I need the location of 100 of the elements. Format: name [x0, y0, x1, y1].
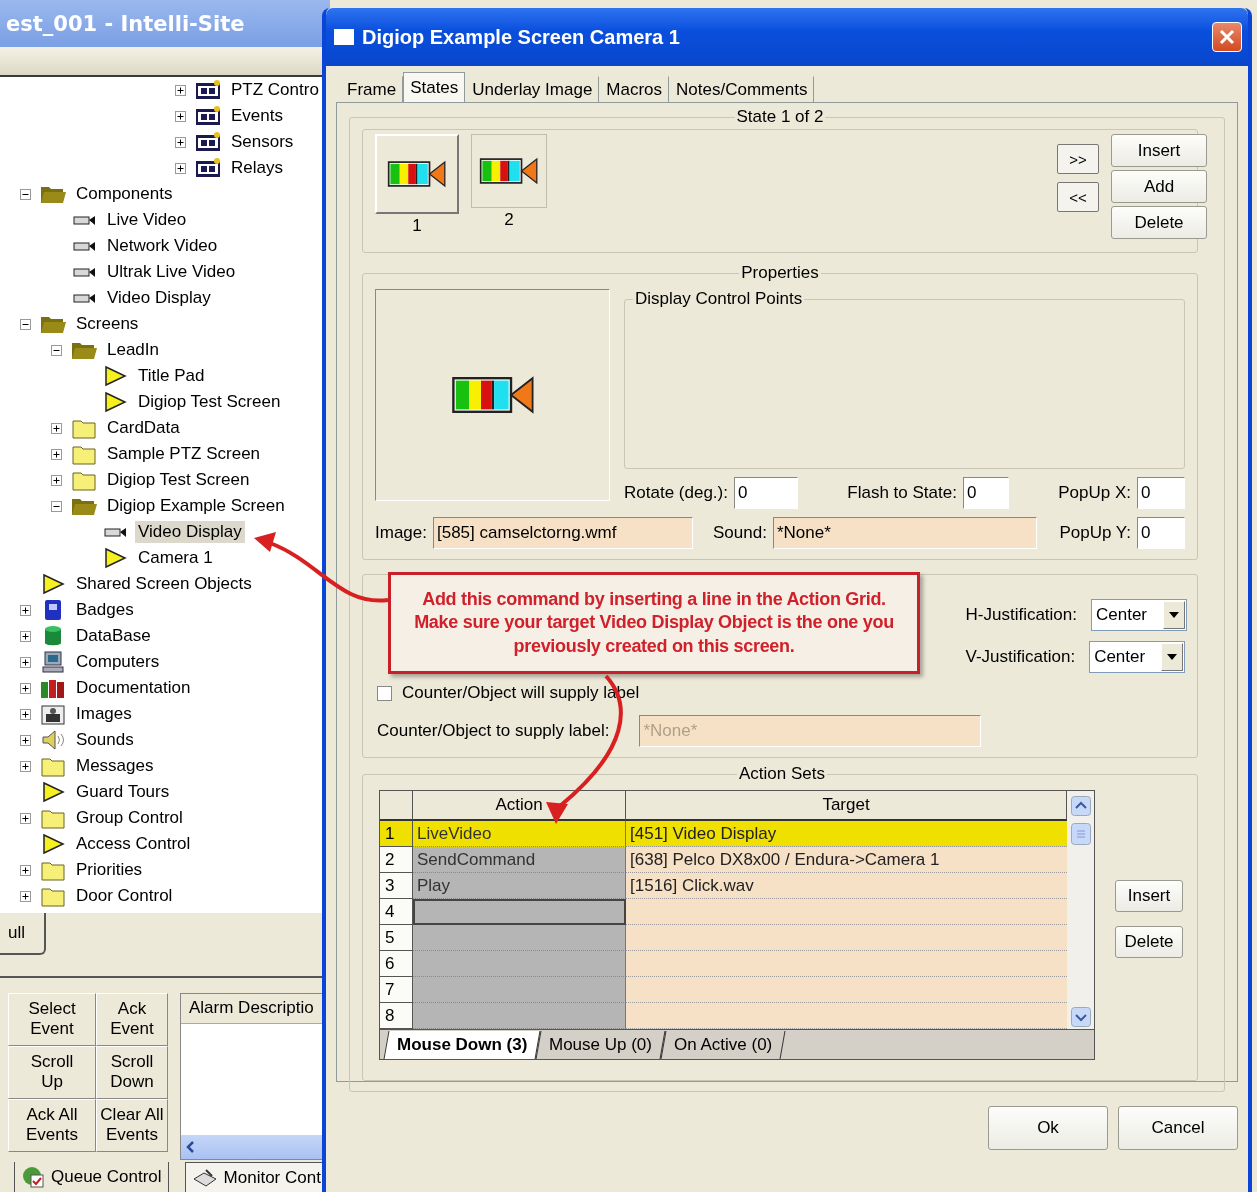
tree-item[interactable]: Components	[73, 183, 176, 206]
collapse-icon[interactable]	[20, 188, 31, 200]
tree-item[interactable]: Digiop Example Screen	[104, 495, 288, 518]
nav-button[interactable]: >>	[1057, 144, 1099, 174]
dropdown[interactable]: Center	[1091, 599, 1187, 631]
tree-item[interactable]: CardData	[104, 417, 183, 440]
tree-item[interactable]: Documentation	[73, 677, 194, 700]
close-button[interactable]	[1212, 22, 1242, 52]
target-cell[interactable]: [638] Pelco DX8x00 / Endura->Camera 1	[626, 847, 1067, 873]
action-cell[interactable]	[413, 951, 626, 977]
tree-item[interactable]: Sensors	[228, 131, 297, 154]
tree-item[interactable]: Access Control	[73, 833, 194, 856]
expand-icon[interactable]	[175, 110, 186, 122]
tree-item[interactable]: Camera 1	[135, 547, 216, 570]
tree-item[interactable]: Title Pad	[135, 365, 208, 388]
tree-item[interactable]: PTZ Contro	[228, 79, 322, 102]
tree-item[interactable]: Images	[73, 703, 135, 726]
event-button[interactable]: Scroll Down	[96, 1045, 168, 1099]
popup-x-field[interactable]: 0	[1137, 477, 1185, 509]
tree-item[interactable]: Sample PTZ Screen	[104, 443, 264, 466]
target-cell[interactable]	[626, 925, 1067, 951]
tree-item[interactable]: Computers	[73, 651, 163, 674]
collapse-icon[interactable]	[20, 318, 31, 330]
grid-button[interactable]: Insert	[1115, 880, 1183, 912]
column-header[interactable]: Target	[626, 791, 1067, 821]
expand-icon[interactable]	[51, 474, 62, 486]
tree-item[interactable]: Messages	[73, 755, 157, 778]
expand-icon[interactable]	[20, 630, 31, 642]
tree-item[interactable]: Door Control	[73, 885, 176, 908]
tree-item[interactable]: Events	[228, 105, 286, 128]
tree-item[interactable]: Sounds	[73, 729, 137, 752]
dropdown[interactable]: Center	[1089, 641, 1186, 673]
expand-icon[interactable]	[175, 136, 186, 148]
image-field[interactable]: [585] camselctorng.wmf	[433, 517, 693, 549]
tab[interactable]: Mouse Up (0)	[535, 1030, 666, 1059]
checkbox[interactable]	[377, 685, 392, 701]
scroll-up-icon[interactable]	[1070, 796, 1091, 816]
column-header[interactable]: Action	[413, 791, 626, 821]
action-cell[interactable]	[413, 925, 626, 951]
expand-icon[interactable]	[175, 162, 186, 174]
target-cell[interactable]	[626, 977, 1067, 1003]
tree-item[interactable]: Guard Tours	[73, 781, 173, 804]
tree-item[interactable]: Relays	[228, 157, 286, 180]
expand-icon[interactable]	[20, 656, 31, 668]
action-cell[interactable]	[413, 1003, 626, 1029]
state-button[interactable]: Add	[1111, 170, 1207, 203]
tree-item[interactable]: Video Display	[135, 521, 245, 544]
expand-icon[interactable]	[175, 84, 186, 96]
action-cell[interactable]	[413, 977, 626, 1003]
tree-item[interactable]: Digiop Test Screen	[104, 469, 253, 492]
tree-item[interactable]: Badges	[73, 599, 137, 622]
grid-button[interactable]: Delete	[1115, 926, 1183, 958]
event-button[interactable]: Ack Event	[96, 992, 168, 1046]
expand-icon[interactable]	[20, 682, 31, 694]
tab[interactable]: Queue Control	[14, 1162, 169, 1192]
target-cell[interactable]	[626, 1003, 1067, 1029]
state-button[interactable]: Delete	[1111, 206, 1207, 239]
dialog-button[interactable]: Ok	[988, 1106, 1108, 1150]
expand-icon[interactable]	[20, 734, 31, 746]
action-cell[interactable]: LiveVideo	[413, 821, 626, 847]
tree-item[interactable]: Screens	[73, 313, 142, 336]
tab[interactable]: ull	[0, 913, 46, 956]
collapse-icon[interactable]	[51, 344, 62, 356]
action-cell[interactable]: Play	[413, 873, 626, 899]
tree-item[interactable]: Digiop Test Screen	[135, 391, 284, 414]
collapse-icon[interactable]	[51, 500, 62, 512]
expand-icon[interactable]	[20, 890, 31, 902]
tree-item[interactable]: Video Display	[104, 287, 214, 310]
sound-field[interactable]: *None*	[772, 517, 1037, 549]
expand-icon[interactable]	[20, 760, 31, 772]
action-cell[interactable]	[413, 899, 626, 925]
tab[interactable]: On Active (0)	[660, 1030, 787, 1059]
state-thumbnail[interactable]	[471, 134, 547, 208]
dialog-button[interactable]: Cancel	[1118, 1106, 1238, 1150]
state-button[interactable]: Insert	[1111, 134, 1207, 167]
expand-icon[interactable]	[20, 604, 31, 616]
action-cell[interactable]: SendCommand	[413, 847, 626, 873]
expand-icon[interactable]	[20, 708, 31, 720]
event-button[interactable]: Ack All Events	[8, 1098, 96, 1152]
scroll-thumb-icon[interactable]	[1070, 823, 1091, 845]
target-cell[interactable]	[626, 951, 1067, 977]
target-cell[interactable]: [1516] Click.wav	[626, 873, 1067, 899]
target-cell[interactable]	[626, 899, 1067, 925]
expand-icon[interactable]	[20, 864, 31, 876]
flash-field[interactable]: 0	[962, 477, 1009, 509]
tree-item[interactable]: LeadIn	[104, 339, 162, 362]
event-button[interactable]: Scroll Up	[8, 1045, 96, 1099]
popup-y-field[interactable]: 0	[1137, 517, 1185, 549]
tree-item[interactable]: DataBase	[73, 625, 154, 648]
nav-button[interactable]: <<	[1057, 182, 1099, 212]
tree-item[interactable]: Shared Screen Objects	[73, 573, 255, 596]
expand-icon[interactable]	[51, 448, 62, 460]
scroll-down-icon[interactable]	[1070, 1007, 1091, 1027]
rotate-field[interactable]: 0	[733, 477, 798, 509]
expand-icon[interactable]	[20, 812, 31, 824]
tree-item[interactable]: Priorities	[73, 859, 146, 882]
vertical-scrollbar[interactable]	[1067, 821, 1094, 1029]
tree-item[interactable]: Ultrak Live Video	[104, 261, 239, 284]
event-button[interactable]: Clear All Events	[96, 1098, 168, 1152]
tab[interactable]: Mouse Down (3)	[383, 1030, 541, 1059]
